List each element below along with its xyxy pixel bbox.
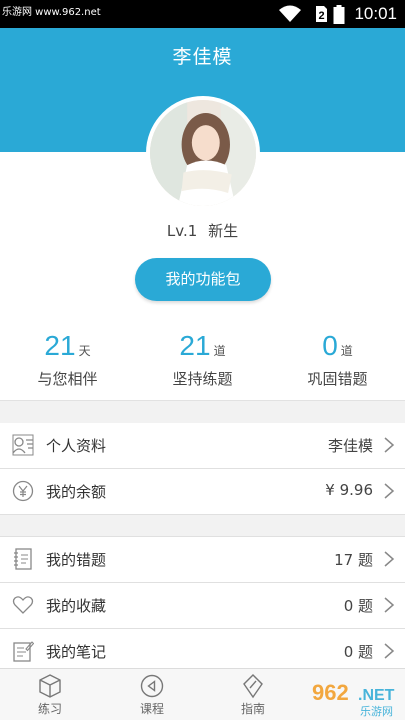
feature-pack-button[interactable]: 我的功能包 bbox=[135, 258, 271, 301]
svg-text:962: 962 bbox=[312, 680, 349, 705]
page-title: 李佳模 bbox=[172, 46, 233, 68]
compass-icon bbox=[243, 674, 263, 699]
list-item-value: 0 题 bbox=[343, 597, 373, 615]
divider bbox=[0, 514, 405, 515]
list-item-label: 个人资料 bbox=[46, 437, 107, 455]
list-item-balance[interactable]: 我的余额 ¥ 9.96 bbox=[0, 469, 405, 514]
chevron-right-icon bbox=[384, 483, 395, 499]
yen-coin-icon bbox=[12, 480, 34, 502]
avatar-photo bbox=[150, 100, 256, 206]
rank-label: 新生 bbox=[208, 222, 239, 240]
notebook-icon bbox=[14, 548, 32, 570]
note-icon bbox=[13, 641, 34, 662]
sim-icon: 2 bbox=[316, 6, 327, 22]
section-gap bbox=[0, 400, 405, 422]
stat-label: 巩固错题 bbox=[307, 370, 368, 388]
stat-value: 0 bbox=[322, 330, 338, 361]
tab-guide[interactable]: 指南 bbox=[203, 673, 303, 717]
status-bar: 乐游网 www.962.net 2 10:01 bbox=[0, 0, 405, 28]
stat-value: 21 bbox=[179, 330, 211, 361]
list-item-label: 我的笔记 bbox=[46, 643, 107, 661]
stats-row: 21 天 与您相伴 21 道 坚持练题 0道 巩固错题 bbox=[0, 330, 405, 390]
battery-icon bbox=[333, 5, 345, 24]
sim-text: 2 bbox=[318, 10, 324, 22]
list-item-value: 李佳模 bbox=[327, 437, 373, 455]
id-card-icon bbox=[12, 434, 34, 456]
list-item-value: 17 题 bbox=[334, 551, 373, 569]
tab-courses[interactable]: 课程 bbox=[102, 673, 202, 717]
stat-unit: 天 bbox=[78, 344, 91, 358]
tab-label: 指南 bbox=[240, 702, 265, 716]
list-item-label: 我的余额 bbox=[46, 483, 107, 501]
list-item-label: 我的收藏 bbox=[46, 597, 107, 615]
tab-label: 练习 bbox=[37, 702, 62, 716]
list-item-favorites[interactable]: 我的收藏 0 题 bbox=[0, 583, 405, 628]
list-item-mistakes[interactable]: 我的错题 17 题 bbox=[0, 537, 405, 582]
stat-days: 21 天 与您相伴 bbox=[0, 330, 135, 389]
clock: 10:01 bbox=[354, 4, 397, 23]
avatar[interactable] bbox=[146, 96, 260, 210]
list-item-label: 我的错题 bbox=[46, 551, 107, 569]
cube-icon bbox=[39, 674, 61, 698]
tab-practice[interactable]: 练习 bbox=[0, 673, 100, 717]
stat-practiced: 21 道 坚持练题 bbox=[135, 330, 270, 389]
chevron-right-icon bbox=[384, 597, 395, 613]
list-item-value: ¥ 9.96 bbox=[325, 481, 373, 499]
list-item-value: 0 题 bbox=[343, 643, 373, 661]
stat-review: 0道 巩固错题 bbox=[270, 330, 405, 389]
stat-label: 与您相伴 bbox=[37, 370, 98, 388]
stat-unit: 道 bbox=[340, 344, 353, 358]
stat-unit: 道 bbox=[213, 344, 226, 358]
user-level: Lv.1 新生 bbox=[0, 220, 405, 241]
chevron-right-icon bbox=[384, 551, 395, 567]
svg-text:.NET: .NET bbox=[358, 687, 395, 704]
chevron-right-icon bbox=[384, 643, 395, 659]
chevron-right-icon bbox=[384, 437, 395, 453]
svg-text:乐游网: 乐游网 bbox=[360, 705, 393, 718]
play-circle-icon bbox=[140, 674, 164, 698]
tab-label: 课程 bbox=[139, 702, 164, 716]
heart-icon bbox=[12, 596, 34, 614]
wifi-icon bbox=[279, 5, 301, 22]
watermark-text: 乐游网 www.962.net bbox=[2, 7, 101, 18]
watermark-logo: 962 .NET 乐游网 bbox=[312, 680, 395, 718]
stat-label: 坚持练题 bbox=[172, 370, 233, 388]
level-label: Lv.1 bbox=[166, 222, 198, 240]
stat-value: 21 bbox=[44, 330, 76, 361]
list-item-profile[interactable]: 个人资料 李佳模 bbox=[0, 423, 405, 468]
